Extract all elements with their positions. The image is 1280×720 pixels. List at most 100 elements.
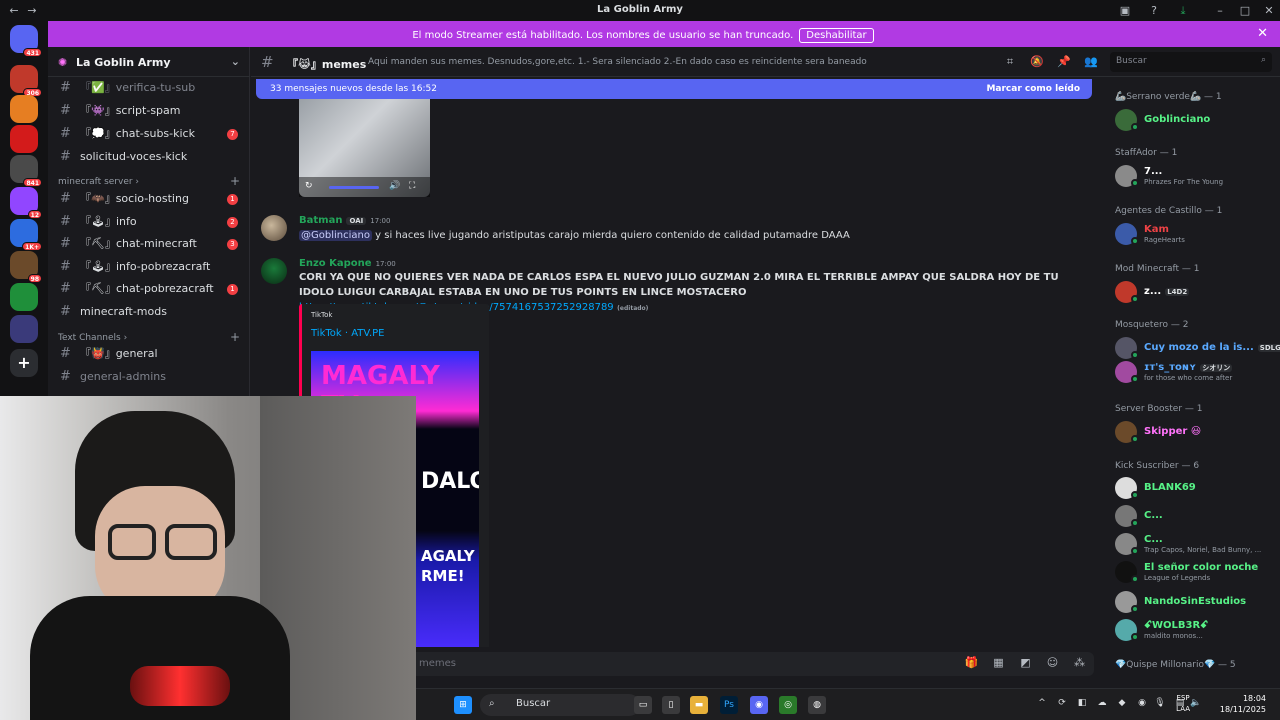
widgets-icon[interactable]: ▯ <box>662 696 680 714</box>
member-item[interactable]: El señor color noche League of Legends <box>1115 560 1278 584</box>
member-item[interactable]: Skipper 😃 <box>1115 420 1278 444</box>
download-icon[interactable]: ⤓ <box>1175 3 1191 19</box>
tray-chevron-icon[interactable]: ^ <box>1036 698 1048 710</box>
server-icon[interactable]: 98 <box>10 251 42 283</box>
microphone <box>130 666 230 706</box>
video-progress-bar[interactable] <box>329 186 379 189</box>
add-channel-icon[interactable]: + <box>230 330 240 344</box>
disable-streamer-button[interactable]: Deshabilitar <box>799 28 874 43</box>
search-icon: ⌕ <box>489 698 495 709</box>
add-server-icon[interactable]: + <box>10 349 38 377</box>
category-label: minecraft server <box>58 177 133 187</box>
start-icon[interactable]: ⊞ <box>454 696 472 714</box>
server-icon[interactable]: 1K+ <box>10 219 42 251</box>
category-header[interactable]: Text Channels › + <box>58 330 244 344</box>
apps-icon[interactable]: ⁂ <box>1072 656 1087 671</box>
taskbar-clock[interactable]: 18:04 18/11/2025 <box>1220 693 1266 715</box>
server-icon[interactable] <box>10 95 38 123</box>
close-window-icon[interactable]: ✕ <box>1261 3 1277 19</box>
fullscreen-icon[interactable]: ⛶ <box>409 181 415 191</box>
server-icon[interactable]: 431 <box>10 25 42 57</box>
member-item[interactable]: NandoSinEstudios <box>1115 590 1278 614</box>
channel-item[interactable]: # 『💭』chat-subs-kick 7 <box>56 124 242 144</box>
chrome-icon[interactable]: ◎ <box>779 696 797 714</box>
window-titlebar: ← → La Goblin Army ▣ ? ⤓ – □ ✕ <box>0 0 1280 21</box>
channel-item[interactable]: # 『👾』script-spam <box>56 101 242 121</box>
replay-icon[interactable]: ↻ <box>305 181 313 191</box>
channel-item[interactable]: # minecraft-mods <box>56 302 242 322</box>
tray-app-icon[interactable]: ⟳ <box>1056 698 1068 710</box>
server-icon[interactable]: 306 <box>10 65 42 97</box>
message-author[interactable]: Batman <box>299 215 342 226</box>
member-item[interactable]: Cuy mozo de la is... SDLG <box>1115 336 1280 360</box>
server-icon[interactable] <box>10 315 38 343</box>
member-item[interactable]: 7... Phrazes For The Young <box>1115 164 1278 188</box>
task-view-icon[interactable]: ▭ <box>634 696 652 714</box>
taskbar-search[interactable]: ⌕ Buscar <box>480 694 640 716</box>
member-item[interactable]: z... L4D2 <box>1115 280 1278 304</box>
server-icon[interactable]: 841 <box>10 155 42 187</box>
channel-topic[interactable]: Aqui manden sus memes. Desnudos,gore,etc… <box>368 57 988 67</box>
avatar[interactable] <box>261 215 287 241</box>
user-mention[interactable]: @Goblinciano <box>299 230 372 241</box>
channel-item[interactable]: # 『✅』verifica-tu-sub <box>56 78 242 98</box>
member-item[interactable]: ɪᴛ's_ᴛᴏɴʏ シオリン for those who come after <box>1115 360 1278 384</box>
discord-icon[interactable]: ◉ <box>750 696 768 714</box>
network-icon[interactable]: ▤ <box>1174 698 1186 710</box>
help-icon[interactable]: ? <box>1146 3 1162 19</box>
mark-as-read-button[interactable]: Marcar como leído <box>986 84 1080 94</box>
channel-item[interactable]: # 『🕹』info 2 <box>56 212 242 232</box>
member-item[interactable]: C... Trap Capos, Noriel, Bad Bunny, ... <box>1115 532 1278 556</box>
category-header[interactable]: minecraft server › + <box>58 174 244 188</box>
chevron-down-icon[interactable]: ⌄ <box>231 55 240 68</box>
channel-label: solicitud-voces-kick <box>80 150 188 163</box>
embed-title[interactable]: TikTok · ATV.PE <box>311 328 384 339</box>
obs-icon[interactable]: ◍ <box>808 696 826 714</box>
close-banner-icon[interactable]: ✕ <box>1257 26 1268 41</box>
avatar[interactable] <box>261 258 287 284</box>
member-list-icon[interactable]: 👥 <box>1084 55 1098 69</box>
channel-label: 『🕹』info-pobrezacraft <box>80 259 211 273</box>
gif-icon[interactable]: ▦ <box>991 656 1006 671</box>
volume-icon[interactable]: 🔊 <box>389 181 400 191</box>
notification-bell-icon[interactable]: 🔕 <box>1030 55 1044 69</box>
member-item[interactable]: C... <box>1115 504 1278 528</box>
file-explorer-icon[interactable]: ▬ <box>690 696 708 714</box>
member-item[interactable]: Goblinciano <box>1115 108 1278 132</box>
gift-icon[interactable]: 🎁 <box>964 656 979 671</box>
channel-item[interactable]: # 『🕹』info-pobrezacraft <box>56 257 242 277</box>
emoji-icon[interactable]: ☺ <box>1045 656 1060 671</box>
pin-icon[interactable]: 📌 <box>1057 55 1071 69</box>
maximize-icon[interactable]: □ <box>1237 3 1253 19</box>
message-author[interactable]: Enzo Kapone <box>299 258 372 269</box>
server-icon[interactable] <box>10 283 38 311</box>
server-icon[interactable]: 12 <box>10 187 42 219</box>
tray-app-icon[interactable]: ◧ <box>1076 698 1088 710</box>
microphone-icon[interactable]: 🎙 <box>1154 698 1166 710</box>
channel-item[interactable]: # 『👹』general <box>56 344 242 364</box>
tray-app-icon[interactable]: ◆ <box>1116 698 1128 710</box>
member-item[interactable]: Kam RageHearts <box>1115 222 1278 246</box>
channel-item[interactable]: # general-admins <box>56 367 242 387</box>
volume-icon[interactable]: 🔈 <box>1190 698 1202 710</box>
tray-app-icon[interactable]: ◉ <box>1136 698 1148 710</box>
channel-item[interactable]: # 『⛏』chat-pobrezacraft 1 <box>56 279 242 299</box>
search-input[interactable]: Buscar ⌕ <box>1110 52 1272 72</box>
threads-icon[interactable]: ⌗ <box>1003 55 1017 69</box>
member-item[interactable]: ꗃWOLB3Rꗃ maldito monos... <box>1115 618 1278 642</box>
channel-item[interactable]: # 『⛏』chat-minecraft 3 <box>56 234 242 254</box>
unread-badge: 1 <box>227 284 238 296</box>
server-header[interactable]: ✺ La Goblin Army ⌄ <box>48 47 250 77</box>
add-channel-icon[interactable]: + <box>230 174 240 188</box>
channel-item[interactable]: # solicitud-voces-kick <box>56 147 242 167</box>
minimize-icon[interactable]: – <box>1212 3 1228 19</box>
member-item[interactable]: BLANK69 <box>1115 476 1278 500</box>
cloud-icon[interactable]: ☁ <box>1096 698 1108 710</box>
server-icon[interactable] <box>10 125 38 153</box>
inbox-icon[interactable]: ▣ <box>1117 3 1133 19</box>
new-messages-bar[interactable]: 33 mensajes nuevos desde las 16:52 Marca… <box>256 79 1092 99</box>
sticker-icon[interactable]: ◩ <box>1018 656 1033 671</box>
video-attachment[interactable]: ↻ 🔊 ⛶ <box>299 99 430 197</box>
channel-item[interactable]: # 『🦇』socio-hosting 1 <box>56 189 242 209</box>
photoshop-icon[interactable]: Ps <box>720 696 738 714</box>
